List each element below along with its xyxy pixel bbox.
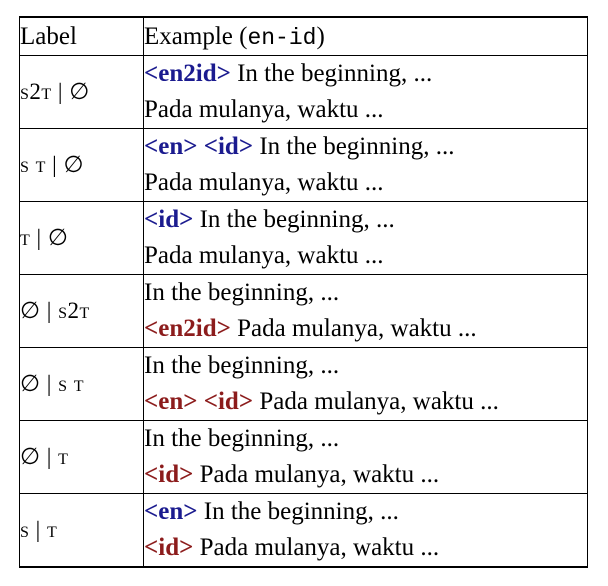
row-label-text: ∅ | t (20, 444, 69, 469)
source-text: In the beginning, ... (193, 206, 395, 233)
table-row: s | t <en> In the beginning, ... <id> Pa… (19, 493, 588, 568)
source-text: In the beginning, ... (144, 425, 340, 452)
source-text: In the beginning, ... (253, 133, 455, 160)
source-tag: <id> (144, 206, 194, 233)
source-line: In the beginning, ... (144, 348, 587, 384)
target-text: Pada mulanya, waktu ... (193, 534, 440, 561)
target-text: Pada mulanya, waktu ... (144, 96, 384, 123)
row-example: <en> In the beginning, ... <id> Pada mul… (143, 493, 588, 568)
target-line: <id> Pada mulanya, waktu ... (144, 457, 587, 493)
tag-format-table: Label Example (en-id) s2t | ∅ <en2id> In… (19, 16, 588, 568)
source-line: In the beginning, ... (144, 275, 587, 311)
table-row: s t | ∅ <en> <id> In the beginning, ... … (19, 128, 588, 202)
row-label-text: ∅ | s2t (20, 298, 90, 323)
row-label-text: s | t (20, 517, 58, 542)
row-label: ∅ | s2t (19, 274, 144, 348)
row-label: s t | ∅ (19, 128, 144, 202)
table-row: s2t | ∅ <en2id> In the beginning, ... Pa… (19, 55, 588, 129)
source-line: <en> <id> In the beginning, ... (144, 129, 587, 165)
target-tag: <id> (144, 461, 194, 488)
row-label-text: s2t | ∅ (20, 79, 90, 104)
target-tag: <en2id> (144, 315, 231, 342)
source-text: In the beginning, ... (230, 60, 433, 87)
source-tag: <en2id> (144, 60, 231, 87)
row-example: In the beginning, ... <en2id> Pada mulan… (143, 274, 588, 348)
source-text: In the beginning, ... (144, 279, 340, 306)
row-example: <en2id> In the beginning, ... Pada mulan… (143, 55, 588, 129)
table-row: ∅ | s2t In the beginning, ... <en2id> Pa… (19, 274, 588, 348)
row-label: s | t (19, 493, 144, 568)
target-text: Pada mulanya, waktu ... (144, 242, 384, 269)
source-line: In the beginning, ... (144, 421, 587, 457)
label-column-header: Label (19, 16, 144, 56)
row-label: ∅ | t (19, 420, 144, 494)
table-row: ∅ | t In the beginning, ... <id> Pada mu… (19, 420, 588, 494)
row-label-text: t | ∅ (20, 225, 69, 250)
row-label-text: ∅ | s t (20, 371, 85, 396)
row-example: <en> <id> In the beginning, ... Pada mul… (143, 128, 588, 202)
target-line: <id> Pada mulanya, waktu ... (144, 530, 587, 566)
source-text: In the beginning, ... (197, 498, 399, 525)
source-tag: <en> <id> (144, 133, 254, 160)
example-header-text: Example ( (144, 22, 248, 50)
example-header-close: ) (316, 22, 325, 50)
source-line: <id> In the beginning, ... (144, 202, 587, 238)
target-line: Pada mulanya, waktu ... (144, 92, 587, 128)
source-tag: <en> (144, 498, 198, 525)
target-line: Pada mulanya, waktu ... (144, 165, 587, 201)
table-header-row: Label Example (en-id) (19, 16, 588, 56)
row-example: <id> In the beginning, ... Pada mulanya,… (143, 201, 588, 275)
source-text: In the beginning, ... (144, 352, 340, 379)
row-example: In the beginning, ... <id> Pada mulanya,… (143, 420, 588, 494)
table-row: t | ∅ <id> In the beginning, ... Pada mu… (19, 201, 588, 275)
table-row: ∅ | s t In the beginning, ... <en> <id> … (19, 347, 588, 421)
row-label: s2t | ∅ (19, 55, 144, 129)
target-text: Pada mulanya, waktu ... (230, 315, 477, 342)
row-example: In the beginning, ... <en> <id> Pada mul… (143, 347, 588, 421)
target-line: <en2id> Pada mulanya, waktu ... (144, 311, 587, 347)
row-label: ∅ | s t (19, 347, 144, 421)
target-tag: <en> <id> (144, 388, 254, 415)
source-line: <en> In the beginning, ... (144, 494, 587, 530)
example-column-header: Example (en-id) (143, 16, 588, 56)
target-line: Pada mulanya, waktu ... (144, 238, 587, 274)
target-text: Pada mulanya, waktu ... (253, 388, 499, 415)
language-pair: en-id (247, 24, 317, 51)
target-line: <en> <id> Pada mulanya, waktu ... (144, 384, 587, 420)
target-text: Pada mulanya, waktu ... (193, 461, 440, 488)
source-line: <en2id> In the beginning, ... (144, 56, 587, 92)
row-label: t | ∅ (19, 201, 144, 275)
target-text: Pada mulanya, waktu ... (144, 169, 384, 196)
row-label-text: s t | ∅ (20, 152, 85, 177)
target-tag: <id> (144, 534, 194, 561)
